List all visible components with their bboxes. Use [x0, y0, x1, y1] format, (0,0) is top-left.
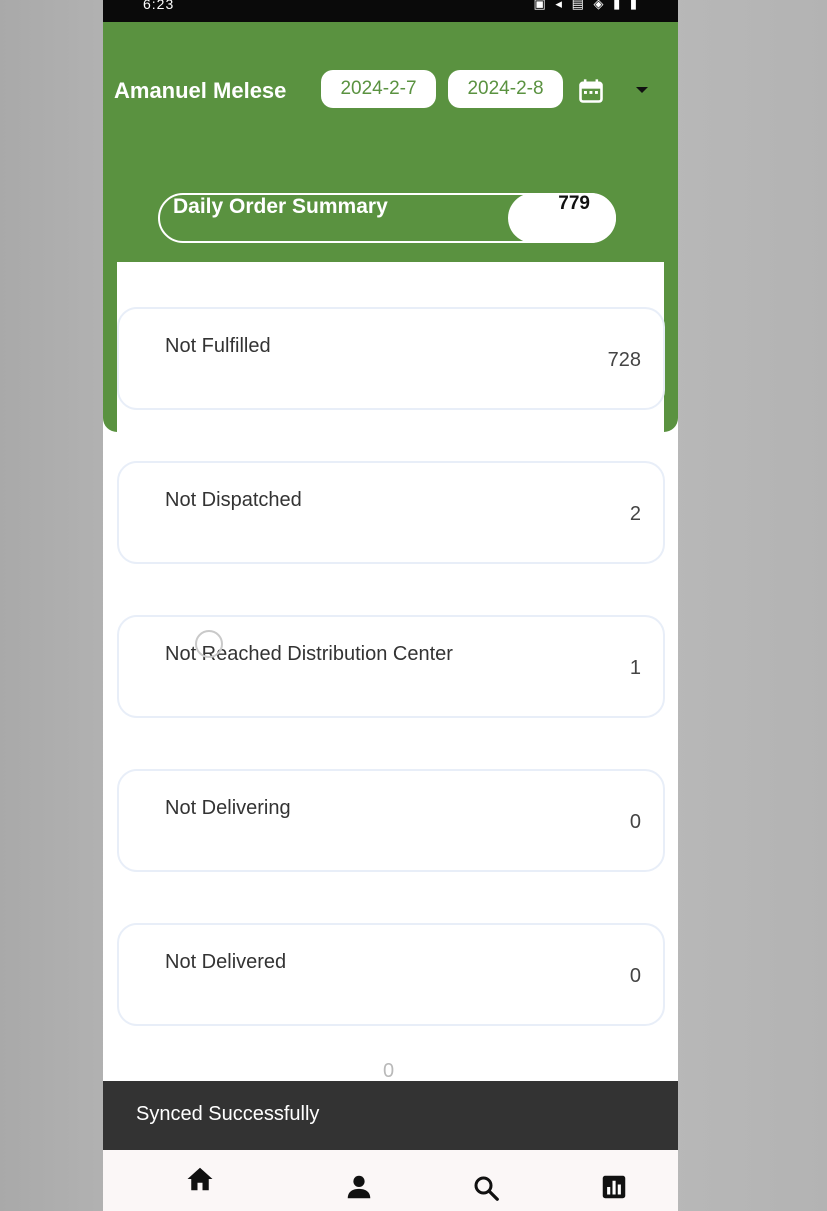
- summary-count: 779: [558, 193, 590, 214]
- card-value: 728: [607, 349, 641, 371]
- card-label: Not Dispatched: [165, 489, 302, 511]
- summary-label: Daily Order Summary: [173, 195, 388, 218]
- bottom-nav: [103, 1150, 678, 1211]
- daily-order-summary[interactable]: Daily Order Summary 779: [158, 193, 616, 243]
- phone-screen: 6:23 ▣ ◂ ▤ ◈ ▮ ▮ Amanuel Melese 2024-2-7…: [103, 0, 678, 1211]
- summary-count-box: 779: [508, 193, 616, 243]
- card-value: 2: [629, 503, 641, 525]
- card-not-delivering[interactable]: Not Delivering 0: [117, 769, 665, 872]
- status-bar: 6:23 ▣ ◂ ▤ ◈ ▮ ▮: [103, 0, 678, 22]
- card-value: 0: [629, 965, 641, 987]
- person-icon[interactable]: [344, 1172, 374, 1202]
- search-icon[interactable]: [471, 1173, 501, 1203]
- start-date-chip[interactable]: 2024-2-7: [321, 70, 436, 108]
- caret-down-icon[interactable]: [635, 85, 649, 95]
- snackbar: Synced Successfully: [103, 1081, 678, 1150]
- bar-chart-icon[interactable]: [599, 1172, 629, 1202]
- end-date-chip[interactable]: 2024-2-8: [448, 70, 563, 108]
- card-label: Not Delivered: [165, 951, 287, 973]
- card-not-fulfilled[interactable]: Not Fulfilled 728: [117, 307, 665, 410]
- card-label: Not Fulfilled: [165, 335, 271, 357]
- calendar-icon[interactable]: [577, 77, 605, 105]
- status-time: 6:23: [143, 0, 175, 12]
- user-name: Amanuel Melese: [114, 78, 287, 103]
- card-not-delivered[interactable]: Not Delivered 0: [117, 923, 665, 1026]
- header: Amanuel Melese 2024-2-7 2024-2-8 Daily O…: [103, 22, 678, 262]
- card-not-reached-distribution-center[interactable]: Not Reached Distribution Center 1: [117, 615, 665, 718]
- snackbar-message: Synced Successfully: [136, 1103, 320, 1125]
- card-label: Not Delivering: [165, 797, 291, 819]
- tap-ripple-indicator: [195, 630, 223, 658]
- header-curve-left: [103, 262, 117, 432]
- footer-value: 0: [383, 1060, 395, 1082]
- status-icons: ▣ ◂ ▤ ◈ ▮ ▮: [533, 0, 640, 11]
- card-value: 1: [629, 657, 641, 679]
- header-curve-right: [664, 262, 678, 432]
- card-value: 0: [629, 811, 641, 833]
- card-not-dispatched[interactable]: Not Dispatched 2: [117, 461, 665, 564]
- home-icon[interactable]: [185, 1164, 215, 1194]
